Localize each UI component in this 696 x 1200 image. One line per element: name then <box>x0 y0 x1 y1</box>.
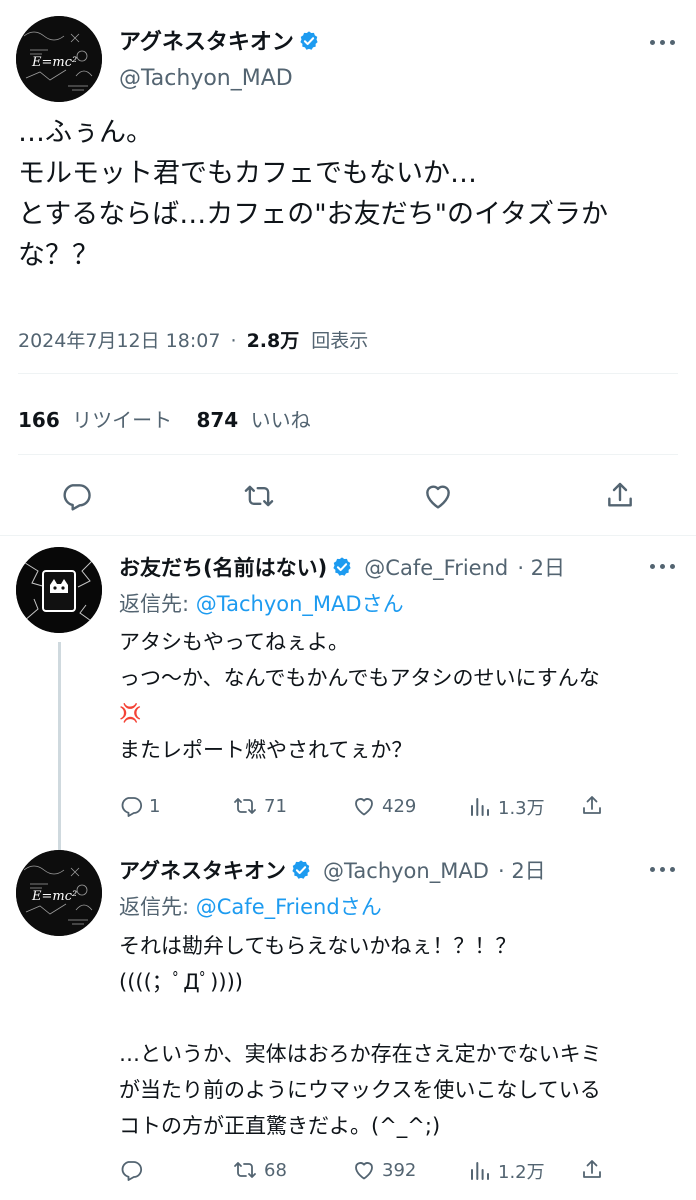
reply-icon <box>63 484 91 511</box>
retweet-count: 68 <box>264 1159 287 1181</box>
divider <box>18 454 678 455</box>
reply-line: …というか、実体はおろか存在さえ定かでないキミ <box>119 1042 602 1066</box>
tweet-meta: 2024年7月12日 18:07 · 2.8万 回表示 <box>18 326 368 353</box>
share-icon <box>583 796 601 814</box>
views-button[interactable]: 1.2万 <box>468 1158 545 1184</box>
tweet-line: …ふぅん。 <box>18 117 153 148</box>
reply-line: またレポート燃やされてぇか？ <box>119 738 413 762</box>
reply-line: が当たり前のようにウマックスを使いこなしている <box>119 1078 601 1102</box>
retweets-label: リツイート <box>72 408 173 432</box>
reply-time[interactable]: · 2日 <box>498 859 546 883</box>
share-button[interactable] <box>604 480 636 512</box>
thread-connector <box>58 642 61 850</box>
verified-badge-icon <box>292 860 310 879</box>
likes-count: 874 <box>196 408 239 432</box>
author-display-name: アグネスタキオン <box>119 30 294 55</box>
reply-button[interactable] <box>60 480 92 512</box>
retweet-button[interactable]: 71 <box>232 794 287 818</box>
like-button[interactable]: 392 <box>352 1158 416 1182</box>
reply-time[interactable]: · 2日 <box>517 556 565 580</box>
reply-line: っつ〜か、なんでもかんでもアタシのせいにすんな <box>119 666 600 690</box>
tweet-line: モルモット君でもカフェでもないか… <box>18 158 477 189</box>
like-icon <box>355 1162 373 1180</box>
share-button[interactable] <box>580 794 604 818</box>
reply-button[interactable] <box>119 1158 149 1182</box>
retweet-button[interactable]: 68 <box>232 1158 287 1182</box>
replying-to-prefix: 返信先: <box>119 592 196 616</box>
retweet-icon <box>244 485 274 507</box>
like-button[interactable]: 429 <box>352 794 416 818</box>
reply-header: お友だち(名前はない) @Cafe_Friend · 2日 <box>119 552 565 582</box>
avatar-cafe-friend[interactable] <box>16 547 102 633</box>
shadow-avatar-image <box>16 547 102 633</box>
views-count: 1.2万 <box>498 1162 545 1183</box>
replying-to-link[interactable]: @Tachyon_MADさん <box>196 592 404 616</box>
likes-stat[interactable]: 874 いいね <box>196 408 310 432</box>
tweet-body: …ふぅん。 モルモット君でもカフェでもないか… とするならば…カフェの"お友だち… <box>18 112 608 276</box>
share-icon <box>583 1160 601 1178</box>
reply-icon <box>121 1161 142 1181</box>
tweet-line: な？？ <box>18 240 99 271</box>
reply-body: アタシもやってねぇよ。 っつ〜か、なんでもかんでもアタシのせいにすんな 💢 また… <box>119 624 600 768</box>
share-button[interactable] <box>580 1158 604 1182</box>
tweet-line: とするならば…カフェの"お友だち"のイタズラか <box>18 199 608 230</box>
likes-label: いいね <box>250 408 311 432</box>
views-button[interactable]: 1.3万 <box>468 794 545 820</box>
reply-line: ((((；ﾟДﾟ)))) <box>119 970 243 994</box>
reply-header: アグネスタキオン @Tachyon_MAD · 2日 <box>119 855 546 885</box>
retweet-button[interactable] <box>242 480 276 512</box>
like-button[interactable] <box>422 480 454 512</box>
meta-separator: · <box>230 330 237 352</box>
retweets-count: 166 <box>18 408 60 432</box>
reply-body: それは勘弁してもらえないかねぇ！？！？ ((((；ﾟДﾟ)))) …というか、実… <box>119 928 602 1144</box>
retweet-icon <box>234 798 256 814</box>
replying-to-link[interactable]: @Cafe_Friendさん <box>196 895 382 919</box>
retweets-stat[interactable]: 166 リツイート <box>18 408 178 432</box>
reply-line <box>119 1000 602 1036</box>
author-name[interactable]: アグネスタキオン <box>119 24 320 56</box>
reply-author-handle[interactable]: @Cafe_Friend <box>364 556 508 580</box>
tweet-timestamp[interactable]: 2024年7月12日 18:07 <box>18 330 220 352</box>
replying-to: 返信先: @Cafe_Friendさん <box>119 891 382 921</box>
share-icon <box>608 482 632 507</box>
avatar-agnes-tachyon[interactable]: E=mc² <box>16 850 102 936</box>
views-label: 回表示 <box>311 330 369 352</box>
reply-author-handle[interactable]: @Tachyon_MAD <box>323 859 489 883</box>
reply-button[interactable]: 1 <box>119 794 160 818</box>
svg-text:E=mc²: E=mc² <box>31 55 77 70</box>
divider <box>0 535 696 536</box>
chalkboard-avatar-image: E=mc² <box>16 16 102 102</box>
anger-emoji-icon: 💢 <box>119 703 142 724</box>
reply-line: それは勘弁してもらえないかねぇ！？！？ <box>119 934 517 958</box>
avatar-agnes-tachyon[interactable]: E=mc² <box>16 16 102 102</box>
svg-text:E=mc²: E=mc² <box>31 889 77 904</box>
engagement-stats: 166 リツイート 874 いいね <box>18 404 311 433</box>
more-icon[interactable] <box>650 865 678 875</box>
reply-line: コトの方が正直驚きだよ。(^_^;) <box>119 1114 441 1138</box>
verified-badge-icon <box>333 557 351 576</box>
author-handle[interactable]: @Tachyon_MAD <box>119 66 293 91</box>
reply-line: アタシもやってねぇよ。 <box>119 630 349 654</box>
views-count: 1.3万 <box>498 798 545 819</box>
reply-count: 1 <box>149 795 161 817</box>
verified-badge-icon <box>300 31 318 50</box>
chalkboard-avatar-image: E=mc² <box>16 850 102 936</box>
like-icon <box>426 485 450 509</box>
replying-to-prefix: 返信先: <box>119 895 196 919</box>
more-icon[interactable] <box>650 562 678 572</box>
retweet-count: 71 <box>264 795 287 817</box>
reply-author-name[interactable]: お友だち(名前はない) <box>119 556 327 580</box>
views-icon <box>471 1162 489 1180</box>
like-icon <box>355 798 373 816</box>
views-count: 2.8万 <box>246 330 300 352</box>
like-count: 429 <box>382 795 417 817</box>
like-count: 392 <box>382 1159 417 1181</box>
views-icon <box>471 798 489 816</box>
reply-icon <box>121 797 142 817</box>
divider <box>18 373 678 374</box>
retweet-icon <box>234 1162 256 1178</box>
more-icon[interactable] <box>650 38 678 48</box>
replying-to: 返信先: @Tachyon_MADさん <box>119 588 404 618</box>
reply-author-name[interactable]: アグネスタキオン <box>119 859 286 883</box>
